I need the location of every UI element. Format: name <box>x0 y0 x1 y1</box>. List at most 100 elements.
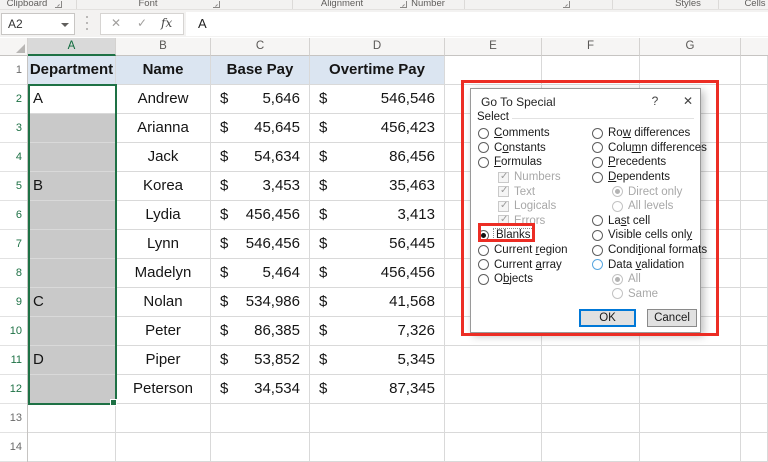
option-control-icon[interactable] <box>592 127 603 139</box>
dialog-option[interactable]: Numbers <box>498 170 588 185</box>
cell-overtime-pay[interactable]: $ 7,326 <box>310 317 445 346</box>
cell-base-pay[interactable]: $ 86,385 <box>211 317 310 346</box>
cell-name[interactable]: Arianna <box>116 114 211 143</box>
close-icon[interactable]: ✕ <box>679 94 697 108</box>
cell-name[interactable]: Nolan <box>116 288 211 317</box>
formula-bar-input[interactable]: A <box>186 12 768 36</box>
insert-function-icon[interactable]: fx <box>161 16 172 30</box>
row-header[interactable]: 5 <box>0 172 27 201</box>
column-header-a[interactable]: A <box>28 38 116 56</box>
empty-cell[interactable] <box>741 375 768 404</box>
dialog-option[interactable]: Constants <box>478 141 588 156</box>
header-cell-department[interactable]: Department <box>28 56 116 85</box>
option-control-icon[interactable] <box>592 215 603 227</box>
cell-name[interactable]: Lydia <box>116 201 211 230</box>
column-header-d[interactable]: D <box>310 38 445 56</box>
column-header-partial[interactable] <box>741 38 768 56</box>
cell-overtime-pay[interactable]: $ 56,445 <box>310 230 445 259</box>
cell-department[interactable] <box>28 201 116 230</box>
option-control-icon[interactable] <box>592 171 603 183</box>
select-all-corner[interactable] <box>0 38 28 56</box>
empty-cell[interactable] <box>741 433 768 462</box>
cancel-button[interactable]: Cancel <box>647 309 697 327</box>
cell-name[interactable]: Andrew <box>116 85 211 114</box>
empty-cell[interactable] <box>445 346 542 375</box>
row-header[interactable]: 8 <box>0 259 27 288</box>
column-header-e[interactable]: E <box>445 38 542 56</box>
cell-base-pay[interactable]: $ 34,534 <box>211 375 310 404</box>
cancel-entry-icon[interactable]: ✕ <box>111 16 121 30</box>
empty-cell[interactable] <box>445 404 542 433</box>
dialog-option[interactable]: Formulas <box>478 155 588 170</box>
option-control-icon[interactable] <box>498 171 509 183</box>
empty-cell[interactable] <box>310 404 445 433</box>
empty-cell[interactable] <box>741 288 768 317</box>
cell-overtime-pay[interactable]: $ 5,345 <box>310 346 445 375</box>
column-header-c[interactable]: C <box>211 38 310 56</box>
cell-name[interactable]: Lynn <box>116 230 211 259</box>
empty-cell[interactable] <box>542 346 640 375</box>
dialog-option[interactable]: Precedents <box>592 155 700 170</box>
row-header[interactable]: 2 <box>0 85 27 114</box>
cell-base-pay[interactable]: $ 456,456 <box>211 201 310 230</box>
dialog-option[interactable]: Visible cells only <box>592 228 700 243</box>
empty-cell[interactable] <box>116 433 211 462</box>
empty-cell[interactable] <box>28 404 116 433</box>
empty-cell[interactable] <box>116 404 211 433</box>
dialog-option[interactable]: Current region <box>478 243 588 258</box>
cell-name[interactable]: Peterson <box>116 375 211 404</box>
empty-cell[interactable] <box>741 85 768 114</box>
dialog-option[interactable]: Last cell <box>592 214 700 229</box>
empty-cell[interactable] <box>445 375 542 404</box>
cell-overtime-pay[interactable]: $ 3,413 <box>310 201 445 230</box>
cell-department[interactable]: A <box>28 85 116 114</box>
option-control-icon[interactable] <box>498 200 509 212</box>
cell-base-pay[interactable]: $ 45,645 <box>211 114 310 143</box>
cell-overtime-pay[interactable]: $ 456,423 <box>310 114 445 143</box>
dialog-option[interactable]: Blanks <box>478 228 588 243</box>
empty-cell[interactable] <box>542 433 640 462</box>
empty-cell[interactable] <box>28 433 116 462</box>
cell-overtime-pay[interactable]: $ 86,456 <box>310 143 445 172</box>
cell-department[interactable] <box>28 317 116 346</box>
empty-cell[interactable] <box>211 404 310 433</box>
dialog-option[interactable]: Data validation <box>592 257 700 272</box>
chevron-down-icon[interactable] <box>61 23 69 27</box>
row-header[interactable]: 13 <box>0 404 27 433</box>
option-control-icon[interactable] <box>478 156 489 168</box>
row-header[interactable]: 9 <box>0 288 27 317</box>
header-cell-name[interactable]: Name <box>116 56 211 85</box>
empty-cell[interactable] <box>640 56 741 85</box>
cell-department[interactable] <box>28 143 116 172</box>
cell-overtime-pay[interactable]: $ 41,568 <box>310 288 445 317</box>
row-header[interactable]: 1 <box>0 56 27 85</box>
cell-overtime-pay[interactable]: $ 546,546 <box>310 85 445 114</box>
dialog-option[interactable]: All <box>612 272 700 287</box>
empty-cell[interactable] <box>741 259 768 288</box>
cell-department[interactable]: D <box>28 346 116 375</box>
cell-name[interactable]: Korea <box>116 172 211 201</box>
dialog-option[interactable]: All levels <box>612 199 700 214</box>
dialog-option[interactable]: Objects <box>478 272 588 287</box>
enter-entry-icon[interactable]: ✓ <box>137 16 147 30</box>
row-header[interactable]: 14 <box>0 433 27 462</box>
column-header-b[interactable]: B <box>116 38 211 56</box>
dialog-option[interactable]: Column differences <box>592 141 707 156</box>
option-control-icon[interactable] <box>592 156 603 168</box>
option-control-icon[interactable] <box>478 142 489 154</box>
empty-cell[interactable] <box>542 404 640 433</box>
option-control-icon[interactable] <box>612 288 623 300</box>
dialog-option[interactable]: Current array <box>478 257 588 272</box>
option-control-icon[interactable] <box>478 259 489 271</box>
option-control-icon[interactable] <box>592 259 603 271</box>
option-control-icon[interactable] <box>612 186 623 198</box>
header-cell-overtime-pay[interactable]: Overtime Pay <box>310 56 445 85</box>
row-header[interactable]: 3 <box>0 114 27 143</box>
empty-cell[interactable] <box>741 404 768 433</box>
option-control-icon[interactable] <box>478 244 489 256</box>
empty-cell[interactable] <box>741 172 768 201</box>
cell-overtime-pay[interactable]: $ 456,456 <box>310 259 445 288</box>
option-control-icon[interactable] <box>498 214 509 227</box>
empty-cell[interactable] <box>741 346 768 375</box>
dialog-launcher-icon[interactable] <box>55 1 62 8</box>
